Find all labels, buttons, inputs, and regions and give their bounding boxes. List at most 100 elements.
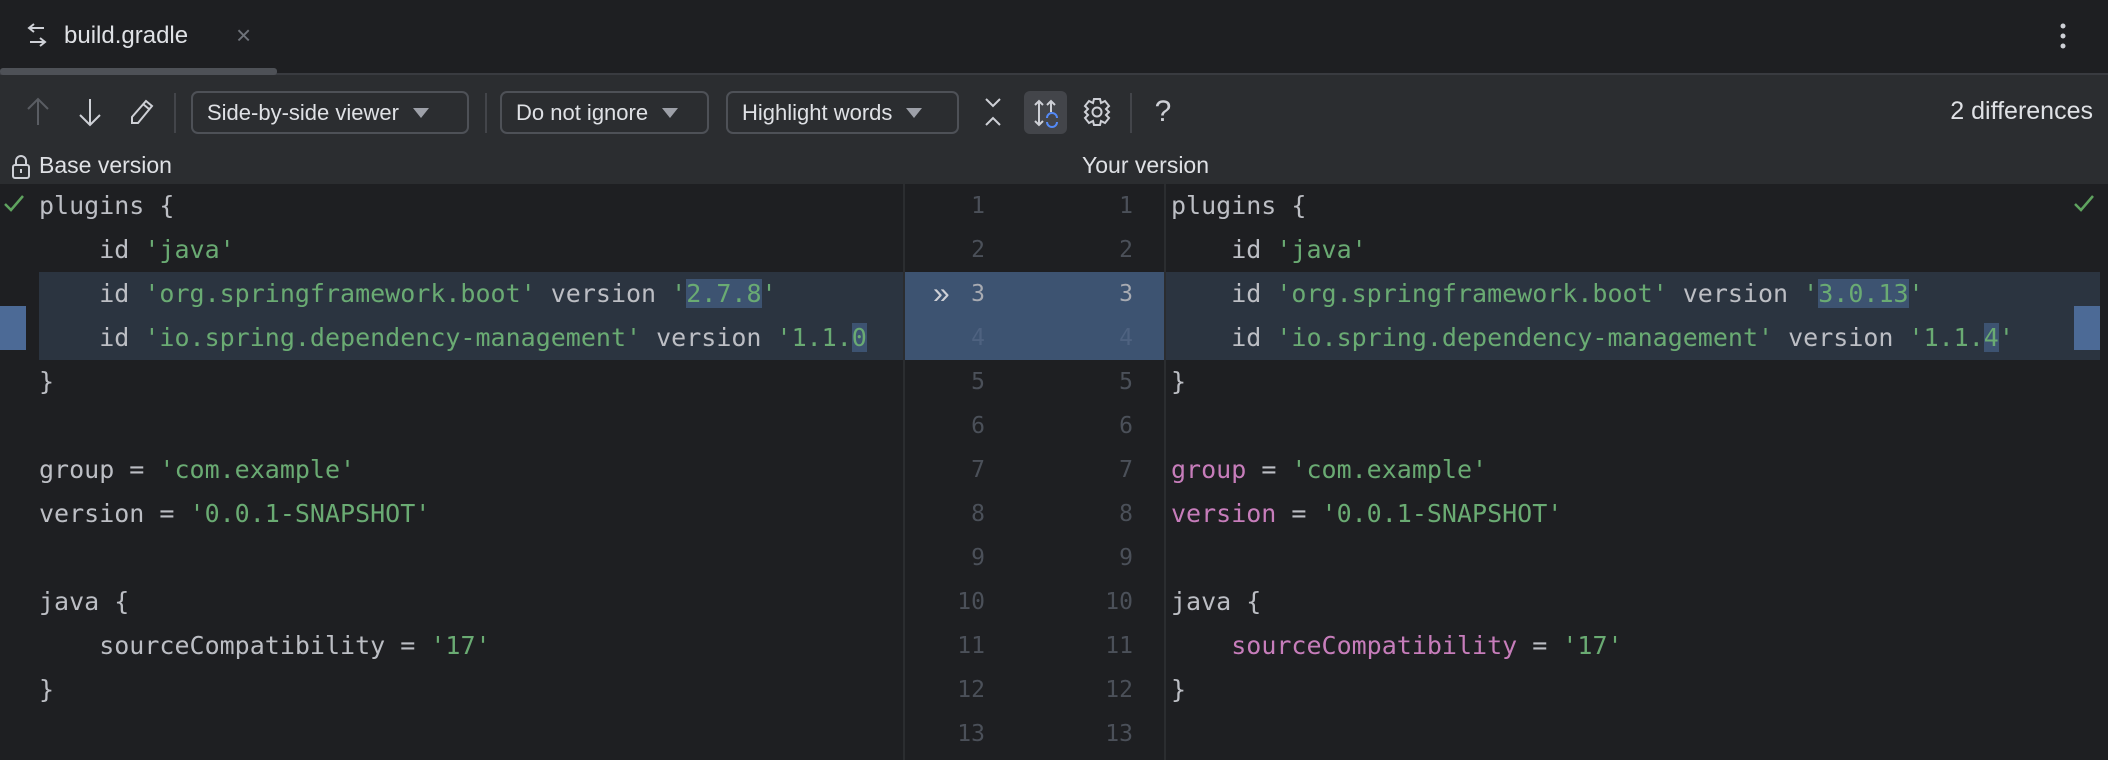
code-token: version: [1667, 279, 1804, 308]
ignore-whitespace-dropdown[interactable]: Do not ignore: [500, 91, 709, 134]
line-number: 10: [957, 589, 985, 615]
code-token: plugins {: [1171, 191, 1307, 220]
code-token: ': [1803, 279, 1819, 308]
line-number: 7: [971, 457, 985, 483]
code-token: '1.1.: [1908, 323, 1984, 352]
code-line[interactable]: id 'java': [1166, 228, 2100, 272]
code-line[interactable]: id 'org.springframework.boot' version '2…: [39, 272, 903, 316]
code-token: =: [1276, 499, 1322, 528]
viewer-dropdown[interactable]: Side-by-side viewer: [191, 91, 469, 134]
diff-panes-header: Base version Your version: [0, 148, 2108, 184]
line-number: 11: [957, 633, 985, 659]
sync-scroll-toggle[interactable]: [1024, 91, 1067, 134]
right-change-marker[interactable]: [2074, 306, 2100, 350]
code-line[interactable]: [1166, 404, 2100, 448]
viewer-dropdown-label: Side-by-side viewer: [207, 99, 399, 125]
code-line[interactable]: id 'org.springframework.boot' version '3…: [1166, 272, 2100, 316]
tab-scroll-indicator[interactable]: [0, 68, 277, 75]
code-line[interactable]: group = 'com.example': [1166, 448, 2100, 492]
line-number: 8: [1119, 501, 1133, 527]
help-icon[interactable]: ?: [1148, 93, 1178, 131]
code-line[interactable]: [39, 404, 903, 448]
collapse-unchanged-icon[interactable]: [980, 95, 1006, 129]
left-change-marker[interactable]: [0, 306, 26, 350]
apply-change-icon[interactable]: »: [933, 272, 950, 316]
code-line[interactable]: [39, 712, 903, 756]
close-tab-icon[interactable]: ×: [236, 20, 251, 51]
chevron-down-icon: [412, 107, 429, 118]
code-token: id: [39, 235, 145, 264]
code-line[interactable]: java {: [1166, 580, 2100, 624]
code-token: java {: [39, 587, 130, 616]
code-token: group: [1171, 455, 1247, 484]
code-token: '17': [1562, 631, 1623, 660]
code-line[interactable]: }: [1166, 360, 2100, 404]
code-line[interactable]: java {: [39, 580, 903, 624]
code-line[interactable]: }: [39, 668, 903, 712]
code-token: 'com.example': [159, 455, 356, 484]
highlight-dropdown[interactable]: Highlight words: [726, 91, 959, 134]
line-number: 4: [1119, 325, 1133, 351]
line-number: 8: [971, 501, 985, 527]
line-number: 2: [971, 237, 985, 263]
line-number: 5: [1119, 369, 1133, 395]
diff-toolbar: Side-by-side viewer Do not ignore Highli…: [0, 75, 2108, 148]
changed-word: 4: [1983, 323, 1999, 352]
code-line[interactable]: group = 'com.example': [39, 448, 903, 492]
settings-gear-icon[interactable]: [1081, 95, 1113, 129]
code-line[interactable]: [1166, 536, 2100, 580]
line-number: 1: [1119, 193, 1133, 219]
base-version-label: Base version: [39, 152, 172, 178]
code-token: id: [1171, 235, 1277, 264]
base-version-pane[interactable]: plugins { id 'java' id 'org.springframew…: [39, 184, 903, 760]
your-version-pane[interactable]: plugins { id 'java' id 'org.springframew…: [1166, 184, 2100, 760]
code-line[interactable]: id 'io.spring.dependency-management' ver…: [39, 316, 903, 360]
code-token: id: [1171, 279, 1277, 308]
toolbar-separator: [1130, 93, 1132, 133]
code-token: 'io.spring.dependency-management': [1276, 323, 1774, 352]
line-number: 5: [971, 369, 985, 395]
code-token: java {: [1171, 587, 1262, 616]
tab-build-gradle[interactable]: build.gradle ×: [0, 0, 277, 70]
code-line[interactable]: sourceCompatibility = '17': [39, 624, 903, 668]
code-line[interactable]: id 'java': [39, 228, 903, 272]
code-token: 'java': [1276, 235, 1367, 264]
code-token: id: [39, 279, 145, 308]
tab-title: build.gradle: [64, 22, 189, 49]
line-number: 6: [971, 413, 985, 439]
changed-word: 0: [851, 323, 867, 352]
code-line[interactable]: }: [1166, 668, 2100, 712]
code-line[interactable]: plugins {: [1166, 184, 2100, 228]
code-token: '0.0.1-SNAPSHOT': [1321, 499, 1563, 528]
code-token: '17': [430, 631, 491, 660]
code-token: 'com.example': [1291, 455, 1488, 484]
code-line[interactable]: plugins {: [39, 184, 903, 228]
code-line[interactable]: id 'io.spring.dependency-management' ver…: [1166, 316, 2100, 360]
code-token: id: [39, 323, 145, 352]
next-difference-icon[interactable]: [74, 95, 106, 129]
code-line[interactable]: [39, 536, 903, 580]
your-version-label: Your version: [1082, 152, 1210, 178]
code-token: version: [535, 279, 672, 308]
code-line[interactable]: sourceCompatibility = '17': [1166, 624, 2100, 668]
previous-difference-icon[interactable]: [22, 95, 54, 129]
code-line[interactable]: version = '0.0.1-SNAPSHOT': [39, 492, 903, 536]
toolbar-separator: [485, 93, 487, 133]
line-number-gutter: 1 1 2 2 3 3 4 4 5 5 6 6 7 7 8 8 9 9 10 10 11 11 12 12 13 13»: [905, 184, 1164, 760]
line-number: 9: [1119, 545, 1133, 571]
code-token: version =: [39, 499, 190, 528]
more-options-icon[interactable]: [2052, 20, 2074, 52]
code-line[interactable]: version = '0.0.1-SNAPSHOT': [1166, 492, 2100, 536]
code-token: =: [1246, 455, 1292, 484]
code-token: }: [1171, 675, 1187, 704]
code-token: version: [1171, 499, 1277, 528]
code-line[interactable]: }: [39, 360, 903, 404]
code-token: sourceCompatibility =: [39, 631, 431, 660]
code-token: 'java': [144, 235, 235, 264]
diff-editor: plugins { id 'java' id 'org.springframew…: [0, 184, 2108, 760]
line-number: 6: [1119, 413, 1133, 439]
line-number: 4: [971, 325, 985, 351]
edit-source-icon[interactable]: [124, 95, 156, 129]
code-line[interactable]: [1166, 712, 2100, 756]
